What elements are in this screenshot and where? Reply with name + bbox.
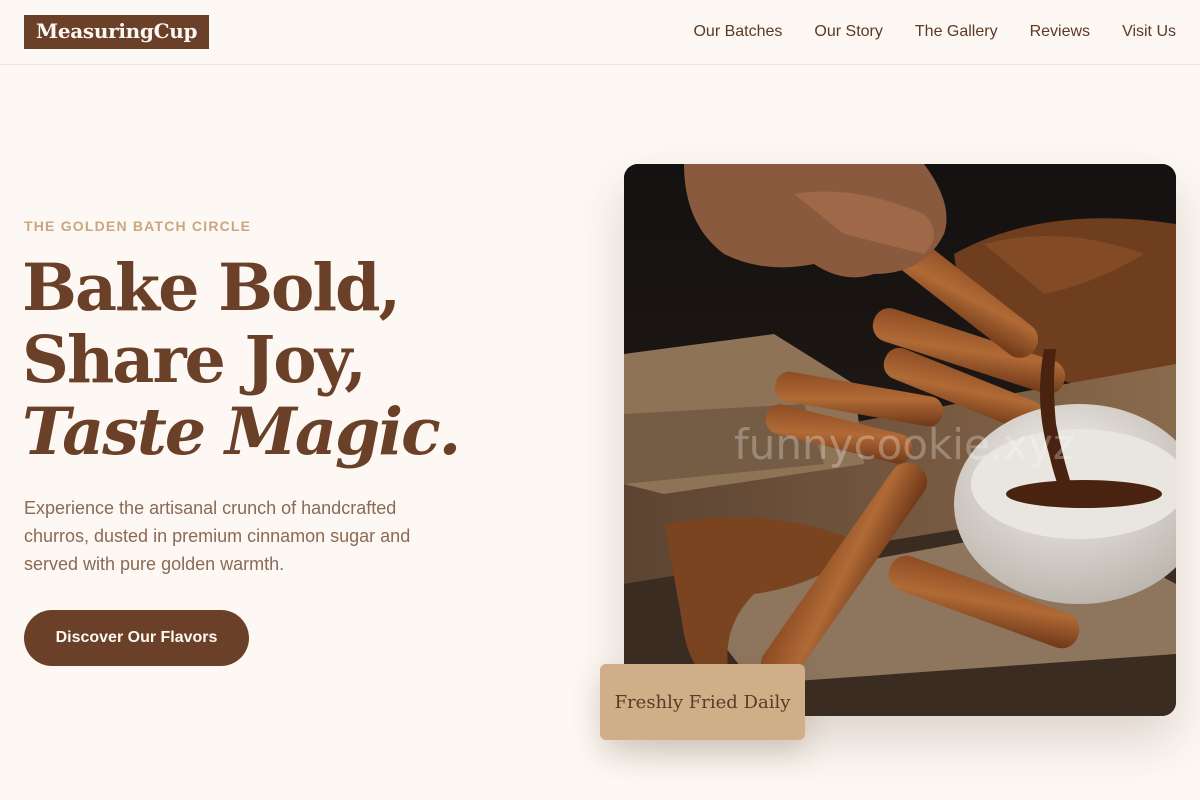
headline-line-2: Share Joy, bbox=[22, 322, 367, 398]
main-nav: Our Batches Our Story The Gallery Review… bbox=[693, 23, 1176, 41]
nav-visit-us[interactable]: Visit Us bbox=[1122, 23, 1176, 41]
nav-reviews[interactable]: Reviews bbox=[1030, 23, 1090, 41]
freshly-fried-badge: Freshly Fried Daily bbox=[600, 664, 805, 740]
headline-line-3: Taste Magic. bbox=[22, 394, 461, 470]
site-header: MeasuringCup Our Batches Our Story The G… bbox=[0, 0, 1200, 65]
nav-the-gallery[interactable]: The Gallery bbox=[915, 23, 998, 41]
logo[interactable]: MeasuringCup bbox=[24, 15, 210, 49]
hero-eyebrow: THE GOLDEN BATCH CIRCLE bbox=[24, 218, 252, 234]
hero-headline: Bake Bold, Share Joy, Taste Magic. bbox=[22, 250, 461, 470]
image-watermark: funnycookie.xyz bbox=[734, 420, 1075, 469]
discover-flavors-button[interactable]: Discover Our Flavors bbox=[24, 610, 249, 666]
nav-our-batches[interactable]: Our Batches bbox=[693, 23, 782, 41]
hero-description: Experience the artisanal crunch of handc… bbox=[24, 498, 411, 574]
nav-our-story[interactable]: Our Story bbox=[814, 23, 882, 41]
headline-line-1: Bake Bold, bbox=[22, 250, 401, 326]
hero-churros-image: funnycookie.xyz bbox=[624, 164, 1176, 716]
